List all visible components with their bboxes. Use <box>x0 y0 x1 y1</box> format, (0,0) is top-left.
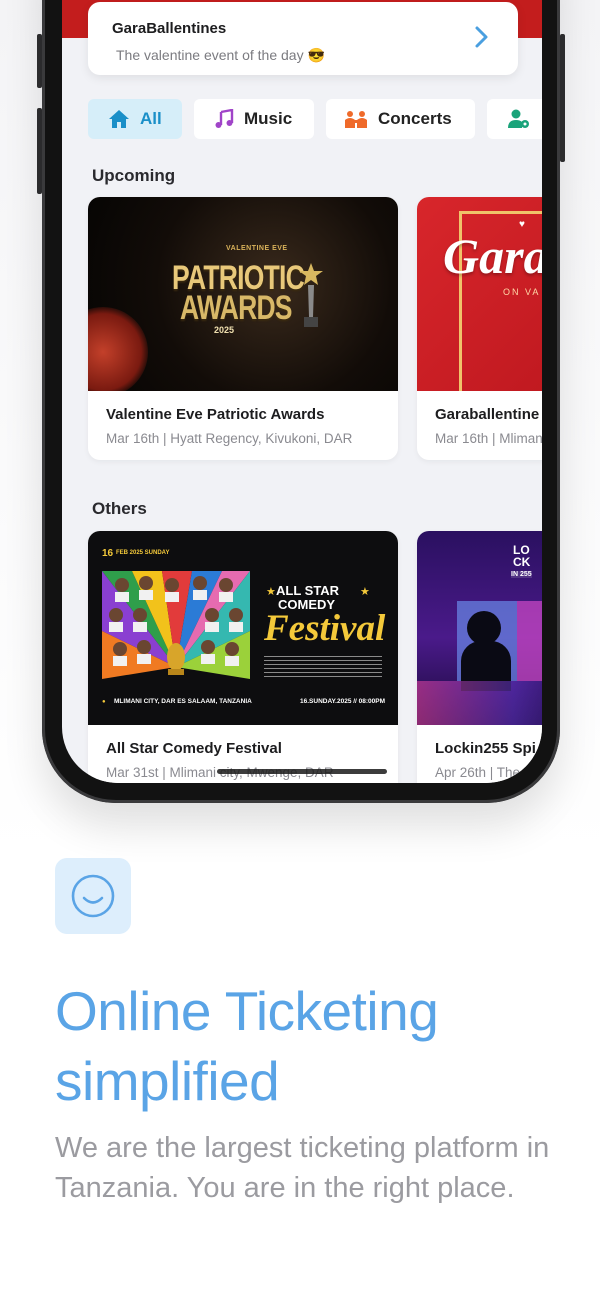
trophy-icon <box>299 263 323 327</box>
event-title: Lockin255 Spi <box>435 740 536 757</box>
event-meta: Apr 26th | The <box>435 765 521 780</box>
event-meta: Mar 16th | Hyatt Regency, Kivukoni, DAR <box>106 431 353 446</box>
event-card[interactable]: VALENTINE EVE PATRIOTIC AWARDS 2025 Vale… <box>88 197 398 460</box>
event-card[interactable]: 16 FEB 2025 SUNDAY ALL STAR COMEDY Festi… <box>88 531 398 783</box>
poster-title-line3: Festival <box>264 608 386 649</box>
star-icon: ★ <box>266 586 276 598</box>
chip-label: All <box>140 109 162 128</box>
poster-title-line2: AWARDS <box>180 289 293 327</box>
poster-venue: MLIMANI CITY, DAR ES SALAAM, TANZANIA <box>114 698 252 705</box>
chip-music[interactable]: Music <box>194 99 314 139</box>
poster-title-line2: CK <box>513 555 531 569</box>
heart-icon: ♥ <box>519 219 525 230</box>
headline-line-1: Online Ticketing <box>55 980 439 1042</box>
event-poster: LO CK IN 255 <box>417 531 542 725</box>
home-indicator[interactable] <box>217 769 387 774</box>
feature-icon-tile <box>55 858 131 934</box>
phone-side-button <box>560 34 565 162</box>
event-meta: Mar 16th | Mliman <box>435 431 542 446</box>
headline-line-2: simplified <box>55 1050 280 1112</box>
phone-screen: GaraBallentines The valentine event of t… <box>62 0 542 783</box>
poster-small-text: ON VA <box>503 287 541 297</box>
event-poster: Gara ON VA ♥ <box>417 197 542 391</box>
sunglasses-emoji: 😎 <box>307 47 325 63</box>
home-icon <box>109 110 129 128</box>
poster-date-sub: FEB 2025 SUNDAY <box>116 550 170 556</box>
event-card[interactable]: LO CK IN 255 Lockin255 Spi Apr 26th | Th… <box>417 531 542 783</box>
comedians-photo-collage <box>102 571 250 679</box>
chip-label: Music <box>244 109 293 128</box>
star-icon: ★ <box>360 586 370 598</box>
section-title-upcoming: Upcoming <box>92 166 176 185</box>
feature-headline: Online Ticketing simplified <box>55 976 575 1116</box>
user-settings-icon <box>508 109 529 128</box>
poster-time: 16.SUNDAY.2025 // 08:00PM <box>300 698 386 705</box>
music-note-icon <box>215 109 234 128</box>
concert-icon <box>345 111 367 128</box>
poster-stage-light <box>417 681 542 725</box>
poster-title-line3: IN 255 <box>511 571 532 578</box>
event-poster: VALENTINE EVE PATRIOTIC AWARDS 2025 <box>88 197 398 391</box>
event-poster: 16 FEB 2025 SUNDAY ALL STAR COMEDY Festi… <box>88 531 398 725</box>
event-title: All Star Comedy Festival <box>106 740 282 757</box>
event-card[interactable]: Gara ON VA ♥ Garaballentine Mar 16th | M… <box>417 197 542 460</box>
poster-date: 16 <box>102 548 114 559</box>
event-title: Garaballentine <box>435 406 540 423</box>
poster-script-title: Gara <box>443 228 542 284</box>
phone-side-button <box>37 34 42 88</box>
feature-body: We are the largest ticketing platform in… <box>55 1132 550 1204</box>
promo-title: GaraBallentines <box>112 20 227 37</box>
poster-kicker: VALENTINE EVE <box>226 245 288 252</box>
location-pin-icon: ● <box>102 699 106 705</box>
poster-flower <box>88 307 148 391</box>
chevron-right-icon[interactable] <box>468 24 494 50</box>
poster-lineup-text <box>264 653 382 677</box>
smile-icon <box>71 874 115 918</box>
dj-silhouette <box>467 611 501 645</box>
chip-all[interactable]: All <box>88 99 182 139</box>
category-chips: All Music Concerts <box>88 99 542 141</box>
promo-card[interactable]: GaraBallentines The valentine event of t… <box>88 2 518 75</box>
phone-side-button <box>37 108 42 194</box>
section-title-others: Others <box>92 499 147 518</box>
promo-subtitle: The valentine event of the day 😎 <box>116 47 325 63</box>
poster-title-line1: ALL STAR <box>276 583 340 598</box>
chip-label: Concerts <box>378 109 452 128</box>
chip-more[interactable] <box>487 99 542 139</box>
event-title: Valentine Eve Patriotic Awards <box>106 406 325 423</box>
poster-light-panel <box>517 601 542 681</box>
chip-concerts[interactable]: Concerts <box>326 99 475 139</box>
poster-year: 2025 <box>214 325 235 335</box>
